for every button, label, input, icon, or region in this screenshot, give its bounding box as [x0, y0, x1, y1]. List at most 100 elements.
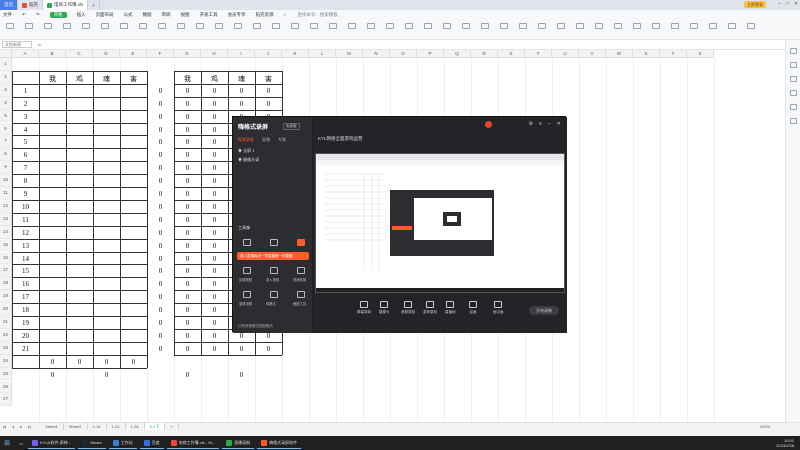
value-cell[interactable]: 0: [174, 242, 201, 250]
value-cell[interactable]: 0: [201, 177, 228, 185]
column-header[interactable]: I: [228, 50, 255, 58]
value-cell[interactable]: 0: [147, 345, 174, 353]
value-cell[interactable]: 0: [174, 280, 201, 288]
value-cell[interactable]: 0: [228, 332, 255, 340]
value-cell[interactable]: 0: [201, 151, 228, 159]
column-header[interactable]: U: [552, 50, 579, 58]
total-cell[interactable]: 0: [174, 371, 201, 379]
ribbon-tool-icon[interactable]: [367, 23, 375, 29]
ribbon-tool-icon[interactable]: [196, 23, 204, 29]
camera-option[interactable]: ◉ 摄像头录: [238, 157, 259, 163]
column-header[interactable]: G: [174, 50, 201, 58]
settings-icon[interactable]: ⚙: [529, 121, 533, 127]
ribbon-tool-icon[interactable]: [557, 23, 565, 29]
sidebar-tool-icon[interactable]: [789, 62, 797, 68]
value-cell[interactable]: 0: [201, 164, 228, 172]
select-all-corner[interactable]: [0, 50, 12, 58]
value-cell[interactable]: 0: [201, 267, 228, 275]
row-number-cell[interactable]: 6: [12, 151, 39, 159]
value-cell[interactable]: 0: [174, 319, 201, 327]
ribbon-tool-icon[interactable]: [424, 23, 432, 29]
row-number-cell[interactable]: 8: [12, 177, 39, 185]
tool-icon[interactable]: [297, 291, 305, 298]
value-cell[interactable]: 0: [174, 126, 201, 134]
undo-icon[interactable]: ↶: [22, 12, 26, 18]
value-cell[interactable]: 0: [147, 177, 174, 185]
ribbon-tool-icon[interactable]: [310, 23, 318, 29]
value-cell[interactable]: 0: [147, 255, 174, 263]
row-header[interactable]: 25: [0, 367, 12, 381]
column-header[interactable]: A: [12, 50, 39, 58]
tab-video-record[interactable]: 视频录制: [238, 137, 254, 143]
ribbon-tool-icon[interactable]: [234, 23, 242, 29]
sheet-nav-first-icon[interactable]: |◂: [0, 424, 9, 429]
value-cell[interactable]: 0: [201, 229, 228, 237]
column-header[interactable]: N: [363, 50, 390, 58]
tab-exclusive[interactable]: 专属: [278, 137, 286, 143]
column-header[interactable]: Z: [687, 50, 714, 58]
value-cell[interactable]: 0: [147, 319, 174, 327]
value-cell[interactable]: 0: [147, 267, 174, 275]
value-cell[interactable]: 0: [147, 190, 174, 198]
ribbon-tool-icon[interactable]: [481, 23, 489, 29]
row-header[interactable]: 4: [0, 96, 12, 110]
total-cell[interactable]: 0: [93, 371, 120, 379]
search-command[interactable]: ⌕ 查找命令、搜索模板: [284, 12, 348, 18]
value-cell[interactable]: 0: [255, 345, 282, 353]
sheet-nav-next-icon[interactable]: ▸: [17, 424, 25, 429]
value-cell[interactable]: 0: [174, 164, 201, 172]
ribbon-tool-icon[interactable]: [595, 23, 603, 29]
row-number-cell[interactable]: 9: [12, 190, 39, 198]
column-header[interactable]: O: [390, 50, 417, 58]
tool-icon[interactable]: [297, 239, 305, 246]
ribbon-tool-icon[interactable]: [747, 23, 755, 29]
table-header-cell[interactable]: 害: [255, 74, 282, 84]
sidebar-tool-icon[interactable]: [789, 48, 797, 54]
column-header[interactable]: M: [336, 50, 363, 58]
value-cell[interactable]: 0: [255, 100, 282, 108]
start-record-button[interactable]: 开始录制: [529, 306, 559, 315]
taskbar-item[interactable]: 百度: [139, 437, 164, 449]
taskbar-item[interactable]: 工作站: [108, 437, 137, 449]
row-number-cell[interactable]: 10: [12, 203, 39, 211]
row-header[interactable]: 26: [0, 380, 12, 394]
minimize-icon[interactable]: –: [548, 121, 551, 127]
table-header-cell[interactable]: 魂: [228, 74, 255, 84]
ribbon-tool-icon[interactable]: [462, 23, 470, 29]
value-cell[interactable]: 0: [201, 126, 228, 134]
row-header[interactable]: 6: [0, 122, 12, 136]
value-cell[interactable]: 0: [174, 255, 201, 263]
file-menu[interactable]: 文件: [3, 12, 12, 18]
value-cell[interactable]: 0: [174, 87, 201, 95]
ribbon-tool-icon[interactable]: [63, 23, 71, 29]
ribbon-tool-icon[interactable]: [386, 23, 394, 29]
ribbon-tool-icon[interactable]: [500, 23, 508, 29]
ribbon-tool-icon[interactable]: [519, 23, 527, 29]
value-cell[interactable]: 0: [147, 138, 174, 146]
row-header[interactable]: 3: [0, 83, 12, 97]
value-cell[interactable]: 0: [147, 216, 174, 224]
tab-view[interactable]: 视图: [181, 12, 190, 18]
close-icon[interactable]: ✕: [794, 1, 798, 7]
ribbon-tool-icon[interactable]: [253, 23, 261, 29]
row-header[interactable]: 19: [0, 290, 12, 304]
row-number-cell[interactable]: 14: [12, 255, 39, 263]
ribbon-tool-icon[interactable]: [538, 23, 546, 29]
clock[interactable]: 10:51 2023/2/28: [776, 438, 794, 448]
ribbon-tool-icon[interactable]: [348, 23, 356, 29]
tab-member[interactable]: 会员专享: [228, 12, 246, 18]
row-number-cell[interactable]: 12: [12, 229, 39, 237]
row-number-cell[interactable]: 18: [12, 306, 39, 314]
row-header[interactable]: 1: [0, 58, 12, 71]
row-header[interactable]: 21: [0, 316, 12, 329]
row-header[interactable]: 8: [0, 148, 12, 162]
tab-docer-resources[interactable]: 稻壳资源: [256, 12, 274, 18]
tab-docer[interactable]: 稻壳: [18, 0, 43, 10]
row-number-cell[interactable]: 3: [12, 113, 39, 121]
row-header[interactable]: 13: [0, 212, 12, 226]
row-header[interactable]: 15: [0, 238, 12, 252]
total-cell[interactable]: 0: [93, 358, 120, 366]
value-cell[interactable]: 0: [174, 113, 201, 121]
table-header-cell[interactable]: 害: [120, 74, 147, 84]
column-header[interactable]: H: [201, 50, 228, 58]
